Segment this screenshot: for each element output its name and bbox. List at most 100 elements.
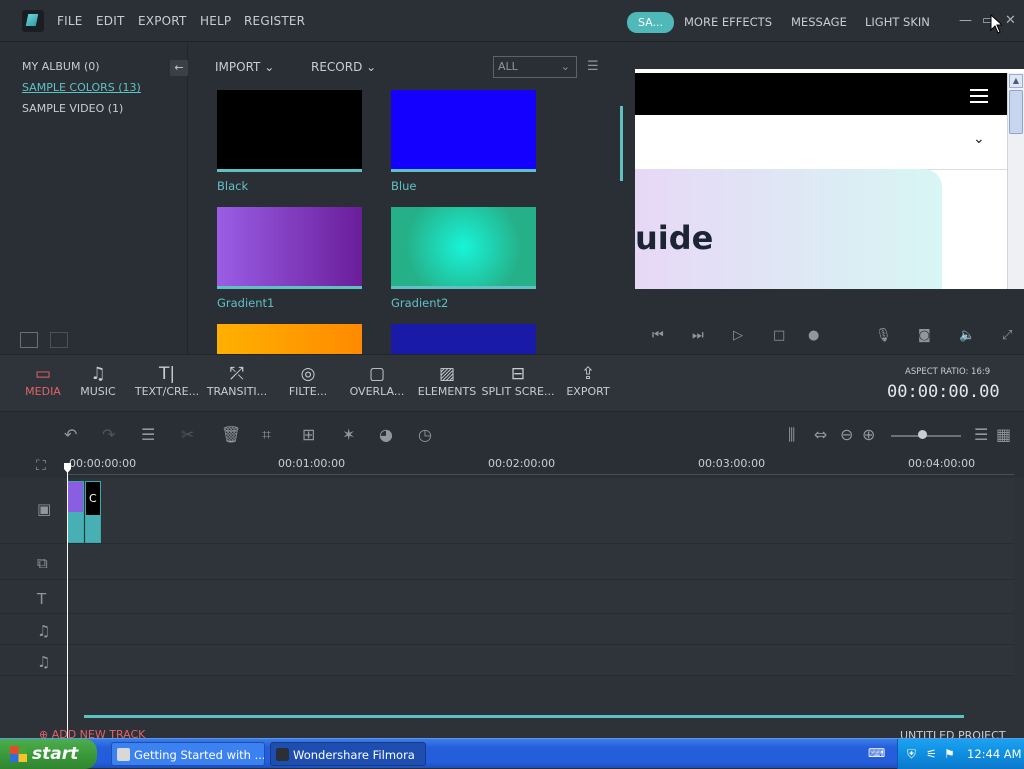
menu-export[interactable]: EXPORT	[138, 14, 186, 28]
mouse-cursor-icon	[990, 14, 1002, 34]
grid-view-icon[interactable]: ▦	[996, 425, 1011, 444]
security-shield-icon[interactable]: ⛨	[907, 747, 920, 761]
next-frame-icon[interactable]: ⏭	[692, 328, 704, 343]
close-icon[interactable]: ✕	[1005, 13, 1016, 28]
folder-icon[interactable]	[50, 332, 68, 348]
clip-black[interactable]: C	[85, 481, 101, 543]
play-icon[interactable]: ▷	[733, 328, 743, 343]
fit-timeline-icon[interactable]: ⇔	[814, 425, 827, 444]
microphone-icon[interactable]: 🎙	[875, 328, 892, 343]
snap-magnet-icon[interactable]: ⛶	[36, 458, 46, 474]
folder-icon: ▭	[34, 364, 52, 384]
menu-file[interactable]: FILE	[57, 14, 83, 28]
start-button[interactable]: start	[0, 739, 97, 769]
media-thumb-black[interactable]	[217, 90, 362, 172]
tab-export[interactable]: ⇪ EXPORT	[562, 363, 614, 398]
zoom-crop-icon[interactable]: ⊞	[302, 425, 315, 444]
clip-gradient1[interactable]	[67, 481, 84, 543]
tab-media[interactable]: ▭ MEDIA	[22, 363, 64, 398]
tab-text-credits[interactable]: T| TEXT/CRE...	[130, 363, 204, 398]
tab-music[interactable]: ♫ MUSIC	[76, 363, 120, 398]
text-icon: T	[37, 590, 47, 608]
record-dot-icon[interactable]: ●	[808, 328, 819, 343]
zoom-in-icon[interactable]: ⊕	[862, 425, 875, 444]
message-link[interactable]: MESSAGE	[791, 15, 847, 29]
list-view-icon[interactable]: ☰	[587, 59, 599, 74]
media-scrollbar[interactable]	[620, 106, 623, 181]
record-dropdown[interactable]: RECORD ⌄	[311, 60, 376, 74]
color-palette-icon[interactable]: ◕	[379, 425, 393, 444]
media-thumb-gradient2[interactable]	[391, 207, 536, 289]
volume-icon[interactable]: 🔈	[959, 328, 975, 343]
media-thumb-blue[interactable]	[391, 90, 536, 172]
music-track-lane-2[interactable]	[64, 645, 1014, 676]
snapshot-camera-icon[interactable]: ◙	[918, 328, 931, 343]
keyboard-icon[interactable]: ⌨	[868, 746, 885, 760]
text-track-lane[interactable]	[64, 580, 1014, 614]
network-icon[interactable]: ⚟	[926, 747, 939, 761]
audio-mixer-icon[interactable]: ⫼	[788, 425, 795, 445]
library-panel: MY ALBUM (0) SAMPLE COLORS (13) SAMPLE V…	[0, 42, 188, 354]
minimize-icon[interactable]: —	[959, 13, 972, 28]
menu-register[interactable]: REGISTER	[244, 14, 305, 28]
timeline-scrollbar[interactable]	[84, 715, 964, 718]
filter-icon: ◎	[300, 364, 316, 384]
more-effects-link[interactable]: MORE EFFECTS	[684, 15, 772, 29]
video-track-header: ▣	[0, 478, 64, 544]
tab-transitions[interactable]: ⤱ TRANSITI...	[204, 363, 270, 398]
tab-split-screen[interactable]: ⊟ SPLIT SCRE...	[480, 363, 556, 398]
library-item-sample-video[interactable]: SAMPLE VIDEO (1)	[22, 102, 123, 115]
menu-edit[interactable]: EDIT	[96, 14, 125, 28]
light-skin-link[interactable]: LIGHT SKIN	[865, 15, 930, 29]
previous-frame-icon[interactable]: ⏮	[652, 328, 664, 343]
clock-icon[interactable]: ◷	[418, 425, 432, 444]
taskbar-clock: 12:44 AM	[967, 747, 1022, 761]
new-folder-icon[interactable]	[20, 332, 38, 348]
zoom-out-icon[interactable]: ⊖	[840, 425, 853, 444]
adjust-icon[interactable]: ☰	[141, 425, 155, 444]
crop-icon[interactable]: ⌗	[262, 425, 271, 445]
media-thumb-orange[interactable]	[217, 324, 362, 354]
filter-select[interactable]: ALL ⌄	[493, 56, 577, 78]
split-screen-icon: ⊟	[510, 364, 526, 384]
taskbar-item-getting-started[interactable]: Getting Started with ...	[111, 742, 265, 766]
video-track-lane[interactable]: C	[64, 478, 1014, 544]
preview-scrollbar[interactable]: ▲	[1007, 73, 1024, 289]
media-thumb-gradient1[interactable]	[217, 207, 362, 289]
overlay-icon: ▢	[368, 364, 386, 384]
zoom-slider-knob[interactable]	[918, 430, 927, 439]
delete-icon[interactable]: 🗑	[221, 425, 241, 444]
library-item-my-album[interactable]: MY ALBUM (0)	[22, 60, 100, 73]
timeline-tracks: ▣ C ⧉ T ♫ ♫	[0, 478, 1024, 738]
undo-icon[interactable]: ↶	[64, 425, 77, 444]
scroll-thumb[interactable]	[1009, 90, 1023, 134]
list-view-icon[interactable]: ☰	[974, 425, 988, 444]
playhead-line[interactable]	[67, 466, 68, 738]
text-track-header: T	[0, 580, 64, 614]
stop-icon[interactable]: □	[773, 328, 785, 343]
timeline-ruler[interactable]: ⛶ 00:00:00:00 00:01:00:00 00:02:00:00 00…	[0, 456, 1024, 478]
fullscreen-icon[interactable]: ⤢	[1002, 328, 1012, 343]
save-button[interactable]: SA...	[627, 12, 674, 33]
library-item-sample-colors[interactable]: SAMPLE COLORS (13)	[22, 81, 141, 94]
collapse-arrow-icon[interactable]: ←	[170, 60, 188, 76]
media-thumb-navy[interactable]	[391, 324, 536, 354]
scroll-up-icon[interactable]: ▲	[1009, 74, 1023, 88]
timeline-toolbar: ↶ ↷ ☰ ✂ 🗑 ⌗ ⊞ ✶ ◕ ◷ ⫼ ⇔ ⊖ ⊕ ☰ ▦	[0, 413, 1024, 457]
tab-overlays[interactable]: ▢ OVERLA...	[346, 363, 408, 398]
menu-help[interactable]: HELP	[200, 14, 231, 28]
pip-track-lane[interactable]	[64, 544, 1014, 580]
tab-elements[interactable]: ▨ ELEMENTS	[414, 363, 480, 398]
magic-wand-icon[interactable]: ✶	[342, 425, 355, 444]
ruler-tick-label: 00:04:00:00	[908, 457, 976, 470]
import-dropdown[interactable]: IMPORT ⌄	[215, 60, 274, 74]
preview-header-bar	[635, 73, 1007, 115]
redo-icon[interactable]: ↷	[102, 425, 115, 444]
ruler-tick-label: 00:03:00:00	[698, 457, 766, 470]
taskbar-item-filmora[interactable]: Wondershare Filmora	[270, 742, 426, 766]
update-icon[interactable]: ⚑	[944, 747, 957, 761]
cut-icon[interactable]: ✂	[181, 425, 194, 444]
overlay-track-icon: ⧉	[37, 554, 48, 572]
music-track-lane-1[interactable]	[64, 614, 1014, 645]
tab-filters[interactable]: ◎ FILTE...	[282, 363, 334, 398]
